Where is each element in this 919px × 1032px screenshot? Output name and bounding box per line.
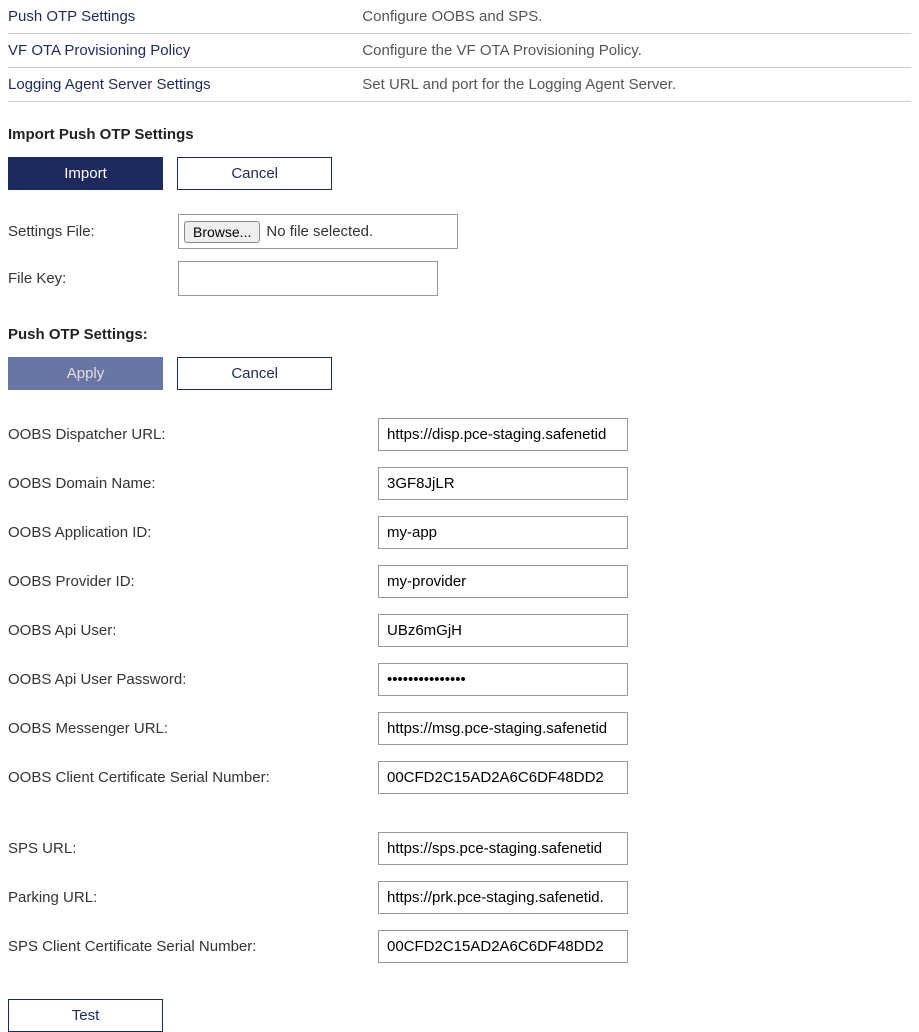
settings-file-label: Settings File: xyxy=(8,208,178,255)
file-status-text: No file selected. xyxy=(266,223,373,240)
nav-table: Push OTP Settings Configure OOBS and SPS… xyxy=(8,0,911,102)
oobs-api-user-password-label: OOBS Api User Password: xyxy=(8,655,378,704)
nav-desc-vf-ota: Configure the VF OTA Provisioning Policy… xyxy=(362,34,911,68)
sps-client-cert-serial-label: SPS Client Certificate Serial Number: xyxy=(8,922,378,971)
oobs-provider-id-input[interactable] xyxy=(378,565,628,598)
oobs-application-id-label: OOBS Application ID: xyxy=(8,508,378,557)
push-settings-table: OOBS Dispatcher URL: OOBS Domain Name: O… xyxy=(8,410,628,971)
import-button-row: Import Cancel xyxy=(8,157,911,190)
oobs-domain-name-input[interactable] xyxy=(378,467,628,500)
push-cancel-button[interactable]: Cancel xyxy=(177,357,332,390)
oobs-application-id-input[interactable] xyxy=(378,516,628,549)
file-key-label: File Key: xyxy=(8,255,178,302)
import-form-table: Settings File: Browse... No file selecte… xyxy=(8,208,458,302)
nav-link-vf-ota[interactable]: VF OTA Provisioning Policy xyxy=(8,42,190,59)
oobs-api-user-input[interactable] xyxy=(378,614,628,647)
oobs-domain-name-label: OOBS Domain Name: xyxy=(8,459,378,508)
oobs-messenger-url-label: OOBS Messenger URL: xyxy=(8,704,378,753)
nav-desc-logging-agent: Set URL and port for the Logging Agent S… xyxy=(362,68,911,102)
oobs-client-cert-serial-input[interactable] xyxy=(378,761,628,794)
nav-link-logging-agent[interactable]: Logging Agent Server Settings xyxy=(8,76,211,93)
browse-button[interactable]: Browse... xyxy=(184,221,260,243)
nav-link-push-otp[interactable]: Push OTP Settings xyxy=(8,8,135,25)
nav-desc-push-otp: Configure OOBS and SPS. xyxy=(362,0,911,34)
oobs-provider-id-label: OOBS Provider ID: xyxy=(8,557,378,606)
push-button-row: Apply Cancel xyxy=(8,357,911,390)
settings-file-box: Browse... No file selected. xyxy=(178,214,458,249)
apply-button: Apply xyxy=(8,357,163,390)
import-section-header: Import Push OTP Settings xyxy=(8,126,911,143)
oobs-dispatcher-url-input[interactable] xyxy=(378,418,628,451)
test-button[interactable]: Test xyxy=(8,999,163,1032)
import-button[interactable]: Import xyxy=(8,157,163,190)
import-cancel-button[interactable]: Cancel xyxy=(177,157,332,190)
test-button-row: Test xyxy=(8,999,911,1032)
oobs-messenger-url-input[interactable] xyxy=(378,712,628,745)
file-key-input[interactable] xyxy=(178,261,438,296)
oobs-api-user-label: OOBS Api User: xyxy=(8,606,378,655)
parking-url-input[interactable] xyxy=(378,881,628,914)
push-settings-header: Push OTP Settings: xyxy=(8,326,911,343)
oobs-dispatcher-url-label: OOBS Dispatcher URL: xyxy=(8,410,378,459)
oobs-client-cert-serial-label: OOBS Client Certificate Serial Number: xyxy=(8,753,378,802)
sps-client-cert-serial-input[interactable] xyxy=(378,930,628,963)
sps-url-label: SPS URL: xyxy=(8,824,378,873)
parking-url-label: Parking URL: xyxy=(8,873,378,922)
sps-url-input[interactable] xyxy=(378,832,628,865)
oobs-api-user-password-input[interactable] xyxy=(378,663,628,696)
